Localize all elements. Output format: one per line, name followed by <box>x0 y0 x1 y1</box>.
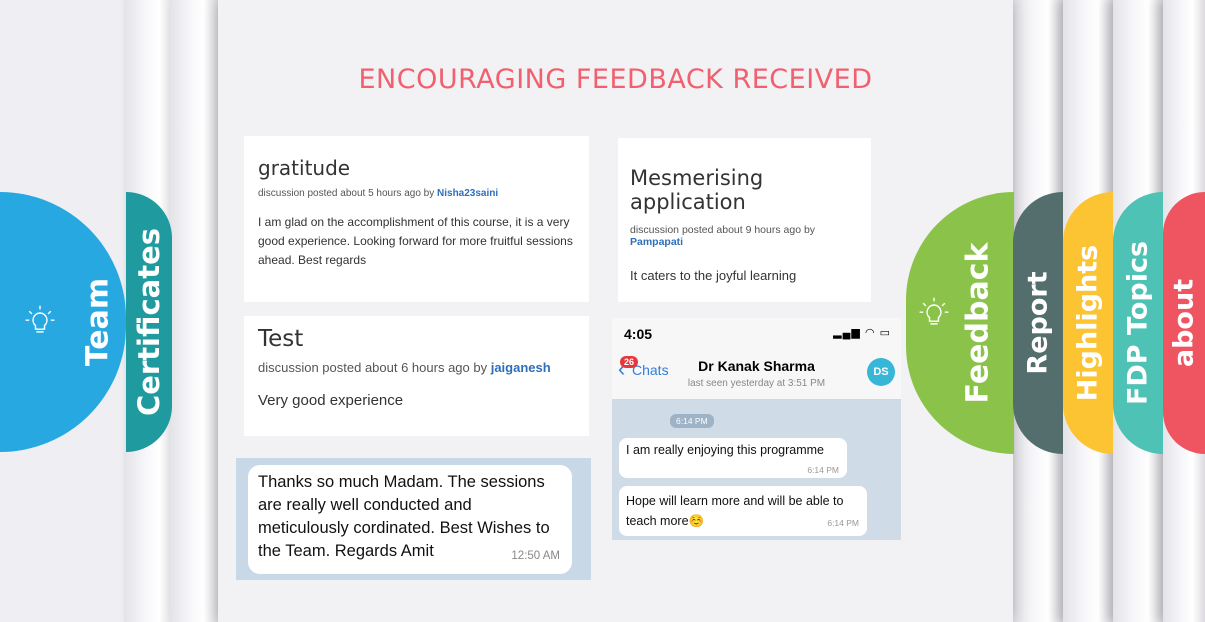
card-title: gratitude <box>258 156 351 180</box>
phone-screenshot: 4:05 ▂▄▆ ◠ ▭ ‹ Chats 26 Dr Kanak Sharma l… <box>612 318 901 540</box>
card-body: It caters to the joyful learning <box>630 268 797 283</box>
tab-label: FDP Topics <box>1122 240 1154 406</box>
meta-text: discussion posted about 9 hours ago by <box>630 224 816 236</box>
card-meta: discussion posted about 6 hours ago by j… <box>258 360 575 375</box>
meta-text: discussion posted about 6 hours ago by <box>258 360 491 375</box>
feedback-card: Mesmerising application discussion poste… <box>618 138 871 302</box>
lightbulb-icon <box>25 305 55 333</box>
avatar[interactable]: DS <box>867 358 895 386</box>
tab-label: Team <box>80 277 116 367</box>
tab-team[interactable]: Team <box>0 192 126 452</box>
time-chip: 6:14 PM <box>670 414 714 428</box>
tab-label: Certificates <box>132 227 166 417</box>
card-title: Test <box>258 326 304 352</box>
user-link[interactable]: Nisha23saini <box>437 188 498 199</box>
message-time: 6:14 PM <box>827 518 859 528</box>
contact-name: Dr Kanak Sharma <box>698 358 815 374</box>
status-bar: 4:05 ▂▄▆ ◠ ▭ <box>612 318 901 348</box>
message-text: I am really enjoying this programme <box>626 443 824 457</box>
tab-certificates[interactable]: Certificates <box>126 192 172 452</box>
lightbulb-icon <box>919 297 949 325</box>
tab-fdp-topics[interactable]: FDP Topics <box>1113 192 1163 454</box>
chat-header: ‹ Chats 26 Dr Kanak Sharma last seen yest… <box>612 348 901 400</box>
card-body: I am glad on the accomplishment of this … <box>258 215 573 267</box>
card-meta: discussion posted about 5 hours ago by N… <box>258 188 575 199</box>
feedback-card: Test discussion posted about 6 hours ago… <box>244 316 589 436</box>
tab-label: Report <box>1022 271 1054 375</box>
card-title: Mesmerising application <box>630 166 764 214</box>
tab-label: Highlights <box>1072 244 1104 402</box>
user-link[interactable]: Pampapati <box>630 236 683 248</box>
tab-report[interactable]: Report <box>1013 192 1063 454</box>
chat-message: Hope will learn more and will be able to… <box>619 486 867 536</box>
meta-text: discussion posted about 5 hours ago by <box>258 188 438 199</box>
tab-about[interactable]: about <box>1163 192 1205 454</box>
tab-highlights[interactable]: Highlights <box>1063 192 1113 454</box>
chat-message: I am really enjoying this programme 6:14… <box>619 438 847 478</box>
status-clock: 4:05 <box>624 326 653 342</box>
feedback-card: gratitude discussion posted about 5 hour… <box>244 136 589 302</box>
page-title: ENCOURAGING FEEDBACK RECEIVED <box>358 64 873 95</box>
signal-wifi-battery-icon: ▂▄▆ ◠ ▭ <box>833 327 891 339</box>
tab-label: about <box>1168 278 1200 368</box>
card-meta: discussion posted about 9 hours ago by P… <box>630 224 859 248</box>
chat-bubble: Thanks so much Madam. The sessions are r… <box>248 465 572 574</box>
chat-text: Thanks so much Madam. The sessions are r… <box>258 473 550 560</box>
message-time: 6:14 PM <box>807 465 839 475</box>
card-body: Very good experience <box>258 392 404 409</box>
tab-label: Feedback <box>960 242 996 404</box>
user-link[interactable]: jaiganesh <box>491 360 551 375</box>
page-strip <box>170 0 218 622</box>
message-text: Hope will learn more and will be able to… <box>626 494 844 528</box>
last-seen: last seen yesterday at 3:51 PM <box>687 378 826 389</box>
chat-time: 12:50 AM <box>511 550 560 562</box>
